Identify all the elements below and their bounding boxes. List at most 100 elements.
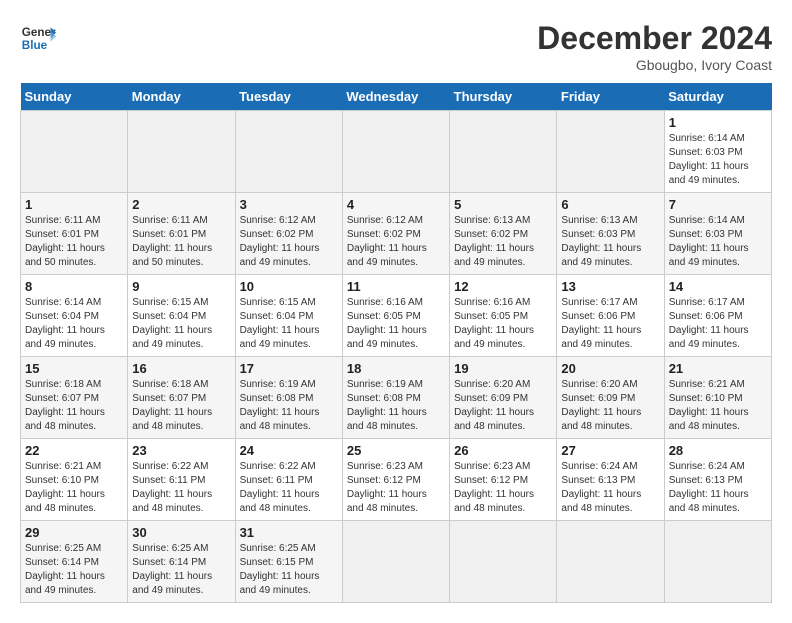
calendar-cell: [128, 111, 235, 193]
day-number: 4: [347, 197, 445, 212]
calendar-cell: 20 Sunrise: 6:20 AMSunset: 6:09 PMDayligh…: [557, 357, 664, 439]
day-number: 9: [132, 279, 230, 294]
calendar-cell: [664, 521, 771, 603]
day-detail: Sunrise: 6:21 AMSunset: 6:10 PMDaylight:…: [25, 460, 123, 516]
week-row-6: 29Sunrise: 6:25 AMSunset: 6:14 PMDayligh…: [21, 521, 772, 603]
svg-text:Blue: Blue: [22, 39, 48, 52]
title-block: December 2024 Gbougbo, Ivory Coast: [537, 20, 772, 73]
day-detail: Sunrise: 6:11 AMSunset: 6:01 PMDaylight:…: [132, 214, 230, 270]
week-row-5: 22Sunrise: 6:21 AMSunset: 6:10 PMDayligh…: [21, 439, 772, 521]
calendar-cell: 28 Sunrise: 6:24 AMSunset: 6:13 PMDayligh…: [664, 439, 771, 521]
day-detail: Sunrise: 6:20 AMSunset: 6:09 PMDaylight:…: [561, 378, 659, 434]
day-detail: Sunrise: 6:18 AMSunset: 6:07 PMDaylight:…: [132, 378, 230, 434]
week-row-2: 1 Sunrise: 6:11 AMSunset: 6:01 PMDaylight…: [21, 193, 772, 275]
day-number: 1: [25, 197, 123, 212]
calendar-cell: [557, 111, 664, 193]
calendar-cell: 1 Sunrise: 6:14 AMSunset: 6:03 PMDaylight…: [664, 111, 771, 193]
calendar-cell: 8Sunrise: 6:14 AMSunset: 6:04 PMDaylight…: [21, 275, 128, 357]
calendar-cell: 11 Sunrise: 6:16 AMSunset: 6:05 PMDayligh…: [342, 275, 449, 357]
calendar-cell: 2 Sunrise: 6:11 AMSunset: 6:01 PMDaylight…: [128, 193, 235, 275]
page-header: General Blue December 2024 Gbougbo, Ivor…: [20, 20, 772, 73]
calendar-cell: 19Sunrise: 6:20 AMSunset: 6:09 PMDayligh…: [450, 357, 557, 439]
day-detail: Sunrise: 6:12 AMSunset: 6:02 PMDaylight:…: [240, 214, 338, 270]
day-number: 11: [347, 279, 445, 294]
calendar-cell: 30Sunrise: 6:25 AMSunset: 6:14 PMDayligh…: [128, 521, 235, 603]
weekday-header-saturday: Saturday: [664, 83, 771, 111]
calendar-cell: 16Sunrise: 6:18 AMSunset: 6:07 PMDayligh…: [128, 357, 235, 439]
day-number: 25: [347, 443, 445, 458]
day-detail: Sunrise: 6:16 AMSunset: 6:05 PMDaylight:…: [454, 296, 552, 352]
calendar-cell: 25 Sunrise: 6:23 AMSunset: 6:12 PMDayligh…: [342, 439, 449, 521]
calendar-cell: [342, 521, 449, 603]
day-detail: Sunrise: 6:24 AMSunset: 6:13 PMDaylight:…: [669, 460, 767, 516]
calendar-cell: 15Sunrise: 6:18 AMSunset: 6:07 PMDayligh…: [21, 357, 128, 439]
day-detail: Sunrise: 6:19 AMSunset: 6:08 PMDaylight:…: [240, 378, 338, 434]
calendar-cell: 24 Sunrise: 6:22 AMSunset: 6:11 PMDayligh…: [235, 439, 342, 521]
weekday-header-tuesday: Tuesday: [235, 83, 342, 111]
day-detail: Sunrise: 6:24 AMSunset: 6:13 PMDaylight:…: [561, 460, 659, 516]
day-number: 28: [669, 443, 767, 458]
calendar-table: SundayMondayTuesdayWednesdayThursdayFrid…: [20, 83, 772, 603]
day-detail: Sunrise: 6:16 AMSunset: 6:05 PMDaylight:…: [347, 296, 445, 352]
calendar-cell: 22Sunrise: 6:21 AMSunset: 6:10 PMDayligh…: [21, 439, 128, 521]
day-detail: Sunrise: 6:14 AMSunset: 6:03 PMDaylight:…: [669, 214, 767, 270]
calendar-cell: [235, 111, 342, 193]
day-number: 27: [561, 443, 659, 458]
month-title: December 2024: [537, 20, 772, 57]
day-number: 24: [240, 443, 338, 458]
day-detail: Sunrise: 6:14 AMSunset: 6:03 PMDaylight:…: [669, 132, 767, 188]
day-number: 3: [240, 197, 338, 212]
calendar-cell: 4 Sunrise: 6:12 AMSunset: 6:02 PMDaylight…: [342, 193, 449, 275]
day-number: 31: [240, 525, 338, 540]
day-number: 21: [669, 361, 767, 376]
day-detail: Sunrise: 6:21 AMSunset: 6:10 PMDaylight:…: [669, 378, 767, 434]
day-number: 7: [669, 197, 767, 212]
calendar-cell: [557, 521, 664, 603]
day-detail: Sunrise: 6:23 AMSunset: 6:12 PMDaylight:…: [454, 460, 552, 516]
calendar-cell: 12Sunrise: 6:16 AMSunset: 6:05 PMDayligh…: [450, 275, 557, 357]
day-number: 20: [561, 361, 659, 376]
day-number: 1: [669, 115, 767, 130]
weekday-header-monday: Monday: [128, 83, 235, 111]
day-number: 23: [132, 443, 230, 458]
calendar-cell: 18Sunrise: 6:19 AMSunset: 6:08 PMDayligh…: [342, 357, 449, 439]
calendar-cell: 17Sunrise: 6:19 AMSunset: 6:08 PMDayligh…: [235, 357, 342, 439]
day-number: 5: [454, 197, 552, 212]
logo: General Blue: [20, 20, 56, 56]
day-detail: Sunrise: 6:22 AMSunset: 6:11 PMDaylight:…: [132, 460, 230, 516]
day-number: 6: [561, 197, 659, 212]
day-number: 13: [561, 279, 659, 294]
calendar-cell: 29Sunrise: 6:25 AMSunset: 6:14 PMDayligh…: [21, 521, 128, 603]
calendar-cell: 27 Sunrise: 6:24 AMSunset: 6:13 PMDayligh…: [557, 439, 664, 521]
location: Gbougbo, Ivory Coast: [537, 57, 772, 73]
day-detail: Sunrise: 6:11 AMSunset: 6:01 PMDaylight:…: [25, 214, 123, 270]
calendar-cell: 13 Sunrise: 6:17 AMSunset: 6:06 PMDayligh…: [557, 275, 664, 357]
day-number: 10: [240, 279, 338, 294]
day-number: 2: [132, 197, 230, 212]
day-number: 14: [669, 279, 767, 294]
day-detail: Sunrise: 6:25 AMSunset: 6:14 PMDaylight:…: [132, 542, 230, 598]
day-detail: Sunrise: 6:12 AMSunset: 6:02 PMDaylight:…: [347, 214, 445, 270]
calendar-cell: 21 Sunrise: 6:21 AMSunset: 6:10 PMDayligh…: [664, 357, 771, 439]
day-number: 8: [25, 279, 123, 294]
day-number: 19: [454, 361, 552, 376]
day-detail: Sunrise: 6:23 AMSunset: 6:12 PMDaylight:…: [347, 460, 445, 516]
day-detail: Sunrise: 6:13 AMSunset: 6:03 PMDaylight:…: [561, 214, 659, 270]
day-detail: Sunrise: 6:25 AMSunset: 6:15 PMDaylight:…: [240, 542, 338, 598]
day-detail: Sunrise: 6:15 AMSunset: 6:04 PMDaylight:…: [132, 296, 230, 352]
day-detail: Sunrise: 6:22 AMSunset: 6:11 PMDaylight:…: [240, 460, 338, 516]
day-detail: Sunrise: 6:15 AMSunset: 6:04 PMDaylight:…: [240, 296, 338, 352]
week-row-4: 15Sunrise: 6:18 AMSunset: 6:07 PMDayligh…: [21, 357, 772, 439]
day-detail: Sunrise: 6:17 AMSunset: 6:06 PMDaylight:…: [561, 296, 659, 352]
weekday-header-wednesday: Wednesday: [342, 83, 449, 111]
day-detail: Sunrise: 6:18 AMSunset: 6:07 PMDaylight:…: [25, 378, 123, 434]
calendar-cell: 3 Sunrise: 6:12 AMSunset: 6:02 PMDaylight…: [235, 193, 342, 275]
weekday-header-thursday: Thursday: [450, 83, 557, 111]
day-detail: Sunrise: 6:13 AMSunset: 6:02 PMDaylight:…: [454, 214, 552, 270]
calendar-cell: 23 Sunrise: 6:22 AMSunset: 6:11 PMDayligh…: [128, 439, 235, 521]
calendar-cell: [450, 111, 557, 193]
calendar-cell: 31 Sunrise: 6:25 AMSunset: 6:15 PMDayligh…: [235, 521, 342, 603]
calendar-cell: 5 Sunrise: 6:13 AMSunset: 6:02 PMDaylight…: [450, 193, 557, 275]
calendar-cell: [450, 521, 557, 603]
weekday-header-friday: Friday: [557, 83, 664, 111]
